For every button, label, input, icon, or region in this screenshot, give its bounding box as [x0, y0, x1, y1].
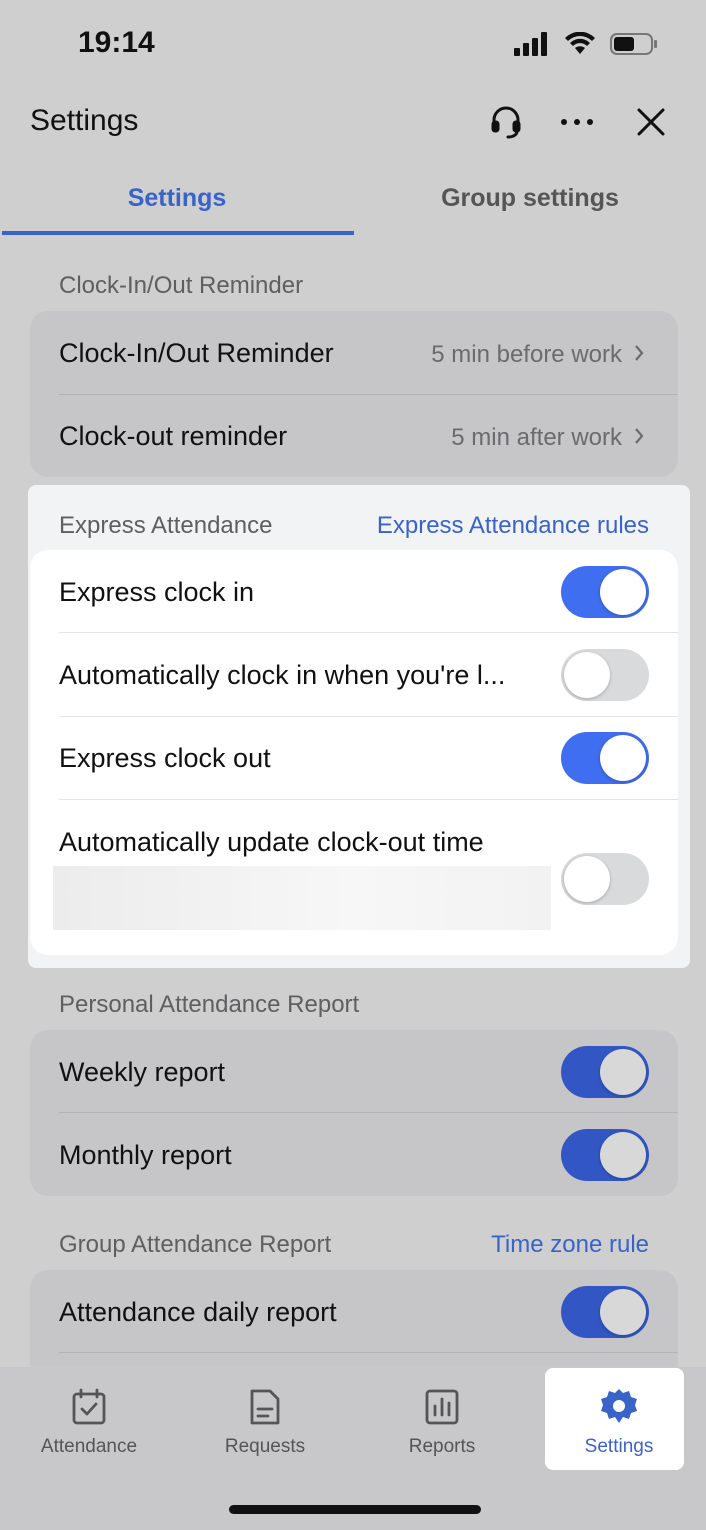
row-label: Weekly report — [59, 1057, 226, 1087]
reminder-card: Clock-In/Out Reminder 5 min before work … — [30, 311, 678, 477]
weekly-report-toggle[interactable] — [561, 1046, 649, 1098]
blurred-description — [53, 866, 551, 930]
row-label: Express clock in — [59, 577, 255, 607]
gear-icon — [601, 1389, 637, 1423]
row-value: 5 min before work — [431, 341, 622, 368]
express-clock-in-toggle[interactable] — [561, 566, 649, 618]
express-row-clock-out: Express clock out — [30, 717, 678, 800]
section-label-group: Group Attendance Report — [59, 1231, 332, 1258]
row-label: Clock-In/Out Reminder — [59, 338, 334, 368]
express-row-auto-clock-in: Automatically clock in when you're l... — [30, 633, 678, 716]
close-icon[interactable] — [631, 102, 671, 142]
personal-report-card: Weekly report Monthly report — [30, 1030, 678, 1196]
group-row-daily: Attendance daily report — [30, 1270, 678, 1353]
personal-row-weekly: Weekly report — [30, 1030, 678, 1113]
row-label: Attendance daily report — [59, 1297, 337, 1327]
tab-settings[interactable]: Settings — [0, 184, 354, 213]
battery-icon — [610, 33, 657, 55]
auto-clock-in-toggle[interactable] — [561, 649, 649, 701]
row-label: Clock-out reminder — [59, 421, 288, 451]
bottom-tab-label: Settings — [584, 1436, 654, 1457]
row-label: Automatically clock in when you're l... — [59, 660, 506, 690]
wifi-icon — [565, 32, 595, 54]
bar-chart-icon — [425, 1389, 459, 1425]
express-clock-out-toggle[interactable] — [561, 732, 649, 784]
page-title: Settings — [30, 104, 139, 137]
row-label: Express clock out — [59, 743, 271, 773]
signal-icon — [514, 32, 547, 56]
tab-group-settings[interactable]: Group settings — [354, 184, 706, 213]
section-label-express: Express Attendance — [59, 512, 273, 539]
bottom-tab-attendance[interactable]: Attendance — [14, 1386, 164, 1458]
divider — [59, 1352, 678, 1353]
bottom-tab-label: Requests — [224, 1436, 306, 1457]
bottom-tab-requests[interactable]: Requests — [190, 1386, 340, 1458]
more-icon[interactable] — [557, 102, 597, 142]
bottom-tab-settings[interactable]: Settings — [544, 1386, 694, 1458]
chevron-right-icon — [635, 345, 644, 361]
group-report-card: Attendance daily report — [30, 1270, 678, 1380]
monthly-report-toggle[interactable] — [561, 1129, 649, 1181]
reminder-row-clock-out[interactable]: Clock-out reminder 5 min after work — [30, 394, 678, 477]
reminder-row-clock-in-out[interactable]: Clock-In/Out Reminder 5 min before work — [30, 311, 678, 394]
support-headset-icon[interactable] — [486, 102, 526, 142]
row-label: Monthly report — [59, 1140, 232, 1170]
chevron-right-icon — [635, 428, 644, 444]
bottom-tab-reports[interactable]: Reports — [367, 1386, 517, 1458]
bottom-tab-label: Reports — [408, 1436, 476, 1457]
status-time: 19:14 — [78, 26, 155, 59]
personal-row-monthly: Monthly report — [30, 1113, 678, 1196]
express-row-clock-in: Express clock in — [30, 550, 678, 633]
active-tab-indicator — [2, 231, 354, 235]
section-label-reminder: Clock-In/Out Reminder — [59, 272, 304, 299]
home-indicator — [229, 1505, 481, 1514]
calendar-check-icon — [72, 1388, 106, 1425]
daily-report-toggle[interactable] — [561, 1286, 649, 1338]
row-value: 5 min after work — [451, 424, 622, 451]
document-icon — [250, 1389, 280, 1425]
time-zone-rule-link[interactable]: Time zone rule — [491, 1231, 649, 1259]
section-label-personal: Personal Attendance Report — [59, 991, 360, 1018]
bottom-tab-label: Attendance — [40, 1436, 138, 1457]
auto-update-clock-out-toggle[interactable] — [561, 853, 649, 905]
row-label: Automatically update clock-out time — [59, 827, 484, 857]
express-attendance-rules-link[interactable]: Express Attendance rules — [377, 512, 649, 540]
status-icons — [514, 32, 658, 56]
